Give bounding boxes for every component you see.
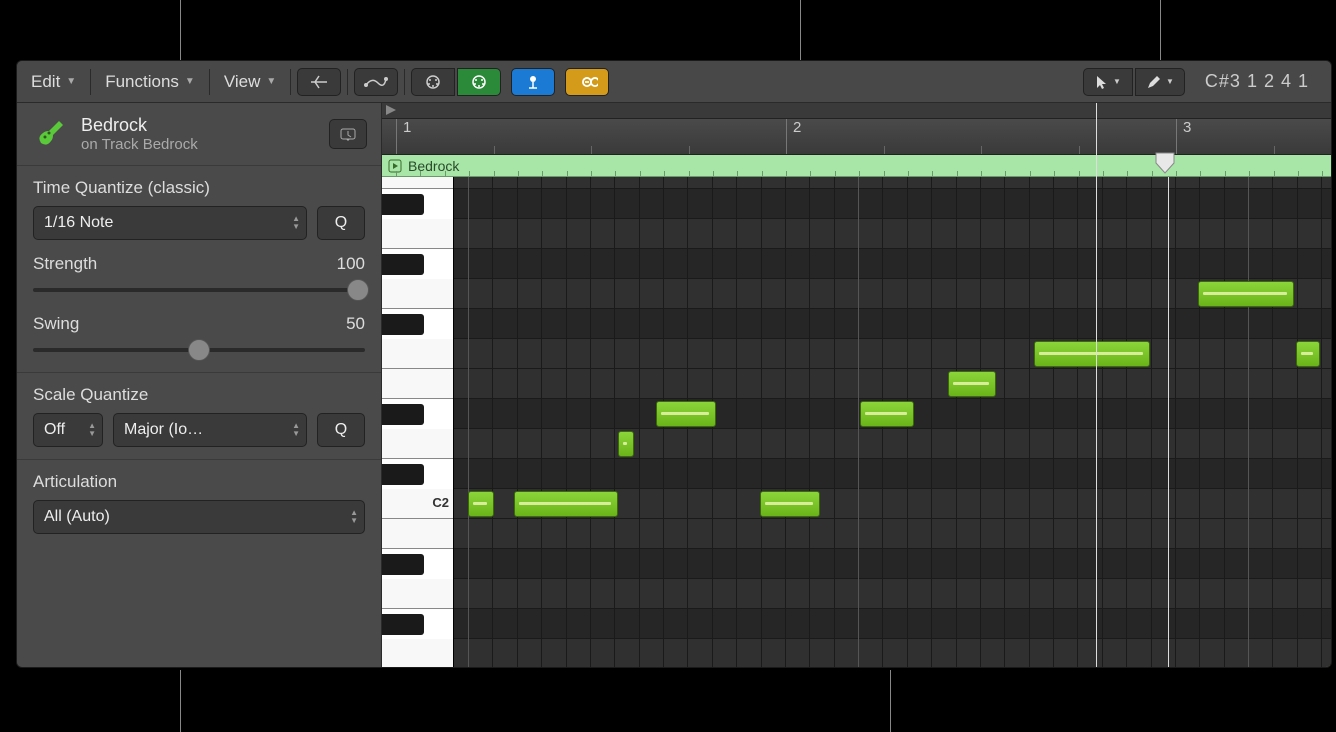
midi-note[interactable] [760, 491, 820, 517]
edit-menu-label: Edit [31, 72, 60, 92]
scale-quantize-label: Scale Quantize [33, 385, 365, 405]
midi-note[interactable] [1034, 341, 1150, 367]
midi-out-icon[interactable] [457, 68, 501, 96]
swing-value: 50 [346, 314, 365, 334]
articulation-value: All (Auto) [44, 508, 110, 526]
ruler-bar-label: 1 [396, 119, 411, 154]
articulation-label: Articulation [33, 472, 365, 492]
scale-quantize-onoff-value: Off [44, 421, 65, 439]
time-quantize-section: Time Quantize (classic) 1/16 Note ▲▼ Q S… [17, 166, 381, 373]
inspector-panel: Bedrock on Track Bedrock Time Quantize (… [17, 103, 382, 667]
chevron-down-icon: ▼ [66, 76, 76, 87]
edit-menu[interactable]: Edit ▼ [23, 68, 84, 96]
bar-ruler[interactable]: 1 2 3 [382, 119, 1331, 155]
callout-line [890, 670, 891, 732]
midi-note[interactable] [1296, 341, 1320, 367]
stepper-icon: ▲▼ [292, 215, 300, 231]
callout-line [180, 0, 181, 60]
stepper-icon: ▲▼ [292, 422, 300, 438]
view-menu-label: View [224, 72, 261, 92]
stepper-icon: ▲▼ [350, 509, 358, 525]
automation-curve-icon[interactable] [354, 68, 398, 96]
catch-playhead-icon[interactable] [511, 68, 555, 96]
time-quantize-value: 1/16 Note [44, 214, 113, 232]
stepper-icon: ▲▼ [88, 422, 96, 438]
menu-divider [404, 69, 405, 95]
piano-roll-area: 1 2 3 Bedrock C2C3 [382, 103, 1331, 667]
link-icon[interactable] [565, 68, 609, 96]
piano-roll-editor: Edit ▼ Functions ▼ View ▼ [16, 60, 1332, 668]
midi-note[interactable] [656, 401, 716, 427]
midi-note[interactable] [618, 431, 634, 457]
callout-line [1160, 0, 1161, 60]
midi-note[interactable] [1198, 281, 1294, 307]
ruler-catch-strip[interactable] [382, 103, 1331, 119]
callout-line [800, 0, 801, 60]
strength-label: Strength [33, 254, 97, 274]
quantize-button[interactable]: Q [317, 206, 365, 240]
midi-note[interactable] [860, 401, 914, 427]
time-quantize-select[interactable]: 1/16 Note ▲▼ [33, 206, 307, 240]
piano-keyboard[interactable]: C2C3 [382, 177, 454, 667]
slider-thumb[interactable] [347, 279, 369, 301]
playhead[interactable] [1168, 177, 1169, 667]
functions-menu[interactable]: Functions ▼ [97, 68, 203, 96]
note-info-display: C#3 1 2 4 1 [1189, 71, 1325, 92]
articulation-select[interactable]: All (Auto) ▲▼ [33, 500, 365, 534]
chevron-down-icon: ▼ [1113, 77, 1121, 86]
pencil-tool[interactable]: ▼ [1135, 68, 1185, 96]
scale-quantize-onoff-select[interactable]: Off ▲▼ [33, 413, 103, 447]
pointer-tool[interactable]: ▼ [1083, 68, 1133, 96]
slider-thumb[interactable] [188, 339, 210, 361]
cycle-marker[interactable] [1154, 151, 1176, 177]
catch-region-button[interactable] [329, 119, 367, 149]
key-label: C2 [432, 495, 449, 510]
midi-note[interactable] [948, 371, 996, 397]
ruler-bar-label: 3 [1176, 119, 1191, 154]
instrument-icon [31, 113, 73, 155]
menu-divider [209, 69, 210, 95]
callout-line [180, 670, 181, 732]
time-quantize-label: Time Quantize (classic) [33, 178, 365, 198]
midi-in-icon[interactable] [411, 68, 455, 96]
region-header: Bedrock on Track Bedrock [17, 103, 381, 166]
note-grid[interactable] [454, 177, 1331, 667]
menu-divider [347, 69, 348, 95]
scale-quantize-button[interactable]: Q [317, 413, 365, 447]
articulation-section: Articulation All (Auto) ▲▼ [17, 460, 381, 546]
chevron-down-icon: ▼ [266, 76, 276, 87]
midi-note[interactable] [514, 491, 618, 517]
ruler-bar-label: 2 [786, 119, 801, 154]
region-name: Bedrock [81, 115, 198, 136]
chevron-down-icon: ▼ [1166, 77, 1174, 86]
swing-slider[interactable] [33, 340, 365, 360]
collapse-icon[interactable] [297, 68, 341, 96]
editor-menubar: Edit ▼ Functions ▼ View ▼ [17, 61, 1331, 103]
strength-slider[interactable] [33, 280, 365, 300]
midi-note[interactable] [468, 491, 494, 517]
chevron-down-icon: ▼ [185, 76, 195, 87]
functions-menu-label: Functions [105, 72, 179, 92]
menu-divider [290, 69, 291, 95]
strength-value: 100 [337, 254, 365, 274]
scale-quantize-scale-value: Major (Io… [124, 421, 203, 439]
region-track-name: on Track Bedrock [81, 136, 198, 153]
region-strip[interactable]: Bedrock [382, 155, 1331, 177]
swing-label: Swing [33, 314, 79, 334]
menu-divider [90, 69, 91, 95]
scale-quantize-scale-select[interactable]: Major (Io… ▲▼ [113, 413, 307, 447]
view-menu[interactable]: View ▼ [216, 68, 284, 96]
scale-quantize-section: Scale Quantize Off ▲▼ Major (Io… ▲▼ Q [17, 373, 381, 460]
